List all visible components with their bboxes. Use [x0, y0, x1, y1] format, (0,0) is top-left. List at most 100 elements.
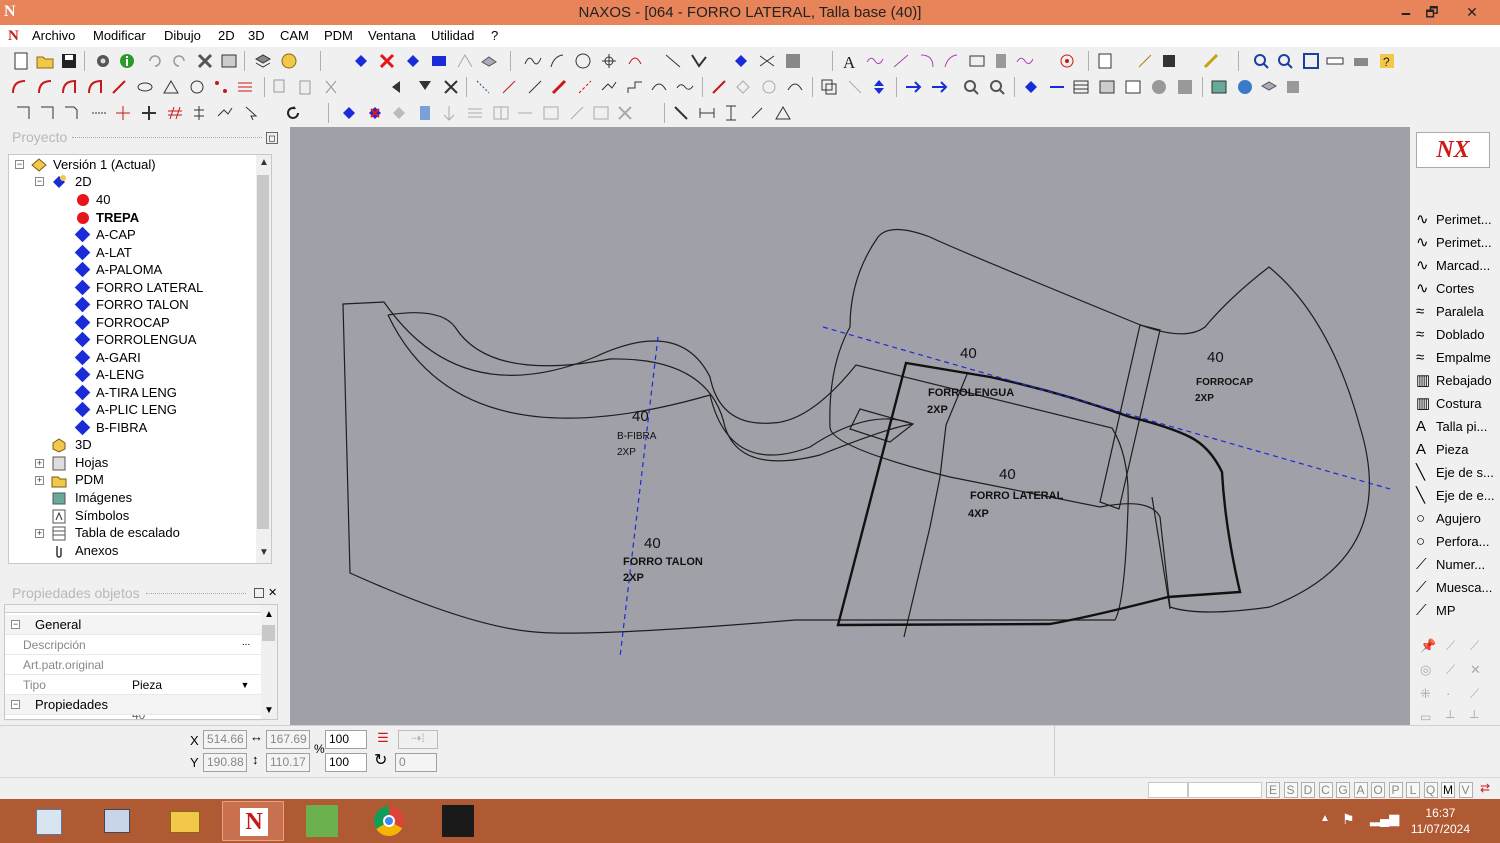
arrow-down-icon[interactable] — [416, 78, 434, 96]
point-icon[interactable] — [600, 52, 618, 70]
arrow-left-icon[interactable] — [390, 78, 408, 96]
spline-icon[interactable] — [650, 78, 668, 96]
down-icon[interactable] — [440, 104, 458, 122]
status-toggle[interactable]: G — [1336, 782, 1350, 798]
branch-icon[interactable] — [516, 104, 534, 122]
pen-2-icon[interactable] — [576, 78, 594, 96]
grade-icon[interactable] — [456, 52, 474, 70]
arc-tool-icon[interactable] — [10, 78, 28, 96]
status-toggle[interactable]: V — [1458, 782, 1473, 798]
status-toggle[interactable]: P — [1388, 782, 1403, 798]
snap-nearest-icon[interactable]: ⁜ — [1420, 686, 1431, 702]
corner-2-icon[interactable] — [38, 104, 56, 122]
width-field[interactable]: 167.69 — [266, 730, 310, 749]
piece-arrows-icon[interactable] — [340, 104, 358, 122]
scale-icon[interactable] — [846, 78, 864, 96]
properties-close-icon[interactable]: ✕ — [268, 586, 277, 599]
layer-stack-icon[interactable] — [1260, 78, 1278, 96]
color-palette-icon[interactable] — [280, 52, 298, 70]
green-app-taskbar-button[interactable] — [290, 801, 352, 841]
y-coordinate-field[interactable]: 190.88 — [203, 753, 247, 772]
cross-icon[interactable] — [442, 78, 460, 96]
align-icon[interactable] — [190, 104, 208, 122]
arc-icon[interactable] — [626, 52, 644, 70]
transfer-2-icon[interactable] — [930, 78, 948, 96]
tool-item[interactable]: ⟋ Numer... — [1416, 554, 1485, 576]
corner-icon[interactable] — [14, 104, 32, 122]
tool-item[interactable]: ○ Perfora... — [1416, 531, 1489, 553]
spiral-icon[interactable] — [188, 78, 206, 96]
text-icon[interactable]: A — [840, 52, 858, 70]
cut-icon[interactable] — [322, 78, 340, 96]
snap-grid-icon[interactable]: ▭ — [1420, 710, 1431, 724]
zoom-out-icon[interactable] — [1276, 52, 1294, 70]
snap-line-2-icon[interactable]: ⟋ — [1470, 638, 1479, 654]
frame-3-icon[interactable] — [592, 104, 610, 122]
flag-icon[interactable]: ⚑ — [1342, 811, 1355, 828]
tool-item[interactable]: ▥ Costura — [1416, 393, 1482, 415]
tool-item[interactable]: ╲ Eje de e... — [1416, 485, 1495, 507]
image-icon[interactable] — [1210, 78, 1228, 96]
freehand-icon[interactable] — [548, 52, 566, 70]
database-icon[interactable] — [416, 104, 434, 122]
window-icon[interactable] — [220, 52, 238, 70]
node-icon[interactable] — [732, 52, 750, 70]
piece-transfer-icon[interactable] — [390, 104, 408, 122]
save-icon[interactable] — [60, 52, 78, 70]
tool-item[interactable]: ╲ Eje de s... — [1416, 462, 1494, 484]
list-icon[interactable] — [466, 104, 484, 122]
close-button[interactable]: ✕ — [1455, 0, 1489, 25]
measure-icon[interactable] — [710, 78, 728, 96]
drawing-canvas[interactable]: 40 B-FIBRA 2XP 40 FORRO TALON 2XP 40 FOR… — [290, 127, 1410, 725]
scatter-icon[interactable] — [216, 104, 234, 122]
snap-toggle-button[interactable]: ⇢⁞ — [398, 730, 438, 749]
trim-icon[interactable] — [758, 52, 776, 70]
rotate-icon[interactable] — [734, 78, 752, 96]
transfer-icon[interactable] — [904, 78, 922, 96]
tool-item[interactable]: ≈ Empalme — [1416, 347, 1491, 369]
tree-expand-pdm[interactable]: + — [35, 476, 44, 485]
maximize-button[interactable]: 🗗 — [1415, 0, 1449, 25]
slash-line-2-icon[interactable] — [526, 78, 544, 96]
tree-scrollbar[interactable]: ▲ ▼ — [256, 155, 271, 563]
calculator-taskbar-button[interactable] — [18, 801, 80, 841]
tool-item[interactable]: ▥ Rebajado — [1416, 370, 1492, 392]
dimension-icon[interactable] — [90, 104, 108, 122]
tree-collapse-root[interactable]: − — [15, 160, 24, 169]
tree-scroll-thumb[interactable] — [257, 175, 269, 529]
tipo-select-value[interactable]: Pieza — [132, 675, 162, 695]
slash-line-icon[interactable] — [500, 78, 518, 96]
fill-icon[interactable] — [784, 52, 802, 70]
status-toggle[interactable]: L — [1406, 782, 1420, 798]
layer-stack-2-icon[interactable] — [1284, 78, 1302, 96]
menu-modificar[interactable]: Modificar — [93, 28, 146, 43]
diagonal-line-icon[interactable] — [474, 78, 492, 96]
menu-utilidad[interactable]: Utilidad — [431, 28, 474, 43]
snap-line-icon[interactable]: ⟋ — [1446, 638, 1455, 654]
nest-icon[interactable] — [480, 52, 498, 70]
pencil-icon[interactable] — [1202, 52, 1220, 70]
height-field[interactable]: 110.17 — [266, 753, 310, 772]
network-signal-icon[interactable]: ▂▄▆ — [1370, 811, 1399, 827]
folder-taskbar-button[interactable] — [154, 801, 216, 841]
snap-perp-icon[interactable]: ⟋ — [1470, 686, 1479, 702]
export-icon[interactable] — [1136, 52, 1154, 70]
frame-icon[interactable] — [1098, 78, 1116, 96]
tree-collapse-2d[interactable]: − — [35, 177, 44, 186]
tool-item[interactable]: ≈ Doblado — [1416, 324, 1484, 346]
scale-x-field[interactable]: 100 — [325, 730, 367, 749]
wave-icon[interactable] — [1016, 52, 1034, 70]
node-arrow-icon[interactable] — [1048, 78, 1066, 96]
delete-icon[interactable] — [196, 52, 214, 70]
arc-tool-3-icon[interactable] — [60, 78, 78, 96]
columns-icon[interactable] — [492, 104, 510, 122]
prop-category-propiedades[interactable]: − Propiedades — [5, 695, 261, 715]
properties-scrollbar[interactable]: ▲ ▼ — [261, 605, 277, 719]
help-icon[interactable]: ? — [1378, 52, 1396, 70]
panel-pin-button[interactable]: ◻ — [266, 132, 278, 144]
curve-icon[interactable] — [524, 52, 542, 70]
wavy-icon[interactable] — [676, 78, 694, 96]
snap-mid-icon[interactable]: · — [1446, 686, 1450, 701]
tool-item[interactable]: A Pieza — [1416, 439, 1469, 461]
status-end-icon[interactable]: ⇄ — [1480, 781, 1496, 797]
